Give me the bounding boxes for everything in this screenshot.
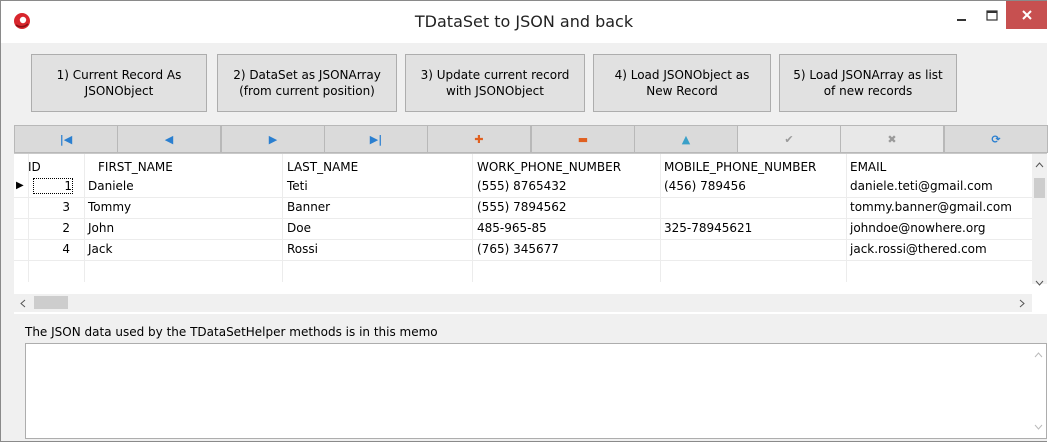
action-toolbar: 1) Current Record As JSONObject 2) DataS… bbox=[1, 43, 1047, 123]
main-window: TDataSet to JSON and back 1) Current Rec… bbox=[0, 0, 1048, 442]
json-memo-text[interactable] bbox=[26, 344, 1046, 352]
grid-horizontal-scrollbar[interactable] bbox=[14, 294, 1032, 312]
column-header-last-name[interactable]: LAST_NAME bbox=[287, 160, 358, 174]
column-header-first-name[interactable]: FIRST_NAME bbox=[98, 160, 173, 174]
table-cell[interactable]: tommy.banner@gmail.com bbox=[850, 200, 1012, 214]
table-cell[interactable]: 325-78945621 bbox=[664, 221, 752, 235]
maximize-button[interactable] bbox=[977, 1, 1007, 31]
delete-record-button[interactable]: ▬ bbox=[531, 125, 635, 153]
table-cell[interactable]: Jack bbox=[88, 242, 112, 256]
scroll-down-icon[interactable] bbox=[1034, 424, 1043, 430]
db-navigator: |◀ ◀ ▶ ▶| ✚ ▬ ▲ ✔ ✖ ⟳ bbox=[14, 125, 1048, 153]
first-record-button[interactable]: |◀ bbox=[14, 125, 118, 153]
next-record-button[interactable]: ▶ bbox=[221, 125, 325, 153]
last-record-icon: ▶| bbox=[369, 132, 383, 146]
table-cell[interactable]: Teti bbox=[287, 179, 308, 193]
insert-record-button[interactable]: ✚ bbox=[427, 125, 531, 153]
table-cell[interactable]: Banner bbox=[287, 200, 330, 214]
table-row[interactable]: 2 John Doe 485-965-85 325-78945621 johndoe@no… bbox=[14, 218, 1032, 240]
table-cell[interactable]: Daniele bbox=[88, 179, 134, 193]
scroll-up-icon[interactable] bbox=[1035, 162, 1044, 168]
dataset-as-jsonarray-button[interactable]: 2) DataSet as JSONArray (from current po… bbox=[217, 54, 397, 112]
edit-record-icon: ▲ bbox=[681, 132, 691, 146]
next-record-icon: ▶ bbox=[268, 132, 278, 146]
data-grid[interactable]: ID FIRST_NAME LAST_NAME WORK_PHONE_NUMBE… bbox=[14, 153, 1047, 314]
column-header-mobile-phone[interactable]: MOBILE_PHONE_NUMBER bbox=[664, 160, 816, 174]
table-row[interactable]: 3 Tommy Banner (555) 7894562 tommy.banner@gm… bbox=[14, 197, 1032, 219]
table-cell[interactable]: johndoe@nowhere.org bbox=[850, 221, 986, 235]
current-record-as-jsonobject-button[interactable]: 1) Current Record As JSONObject bbox=[31, 54, 207, 112]
table-row[interactable]: ▶ 1 Daniele Teti (555) 8765432 (456) 789456 da… bbox=[14, 176, 1032, 198]
post-record-icon: ✔ bbox=[784, 132, 794, 146]
refresh-button[interactable]: ⟳ bbox=[944, 125, 1048, 153]
current-row-indicator-icon: ▶ bbox=[16, 180, 24, 191]
column-header-work-phone[interactable]: WORK_PHONE_NUMBER bbox=[477, 160, 621, 174]
column-header-id[interactable]: ID bbox=[28, 160, 41, 174]
update-current-record-button[interactable]: 3) Update current record with JSONObject bbox=[405, 54, 585, 112]
table-cell[interactable]: 1 bbox=[33, 178, 73, 194]
last-record-button[interactable]: ▶| bbox=[324, 125, 428, 153]
table-cell[interactable]: 3 bbox=[28, 200, 70, 214]
minimize-icon bbox=[957, 19, 966, 21]
minimize-button[interactable] bbox=[945, 1, 979, 31]
table-cell[interactable]: 485-965-85 bbox=[477, 221, 547, 235]
memo-label: The JSON data used by the TDataSetHelper… bbox=[25, 325, 438, 339]
cancel-record-icon: ✖ bbox=[887, 132, 897, 146]
table-cell[interactable]: (456) 789456 bbox=[664, 179, 746, 193]
table-cell[interactable]: (765) 345677 bbox=[477, 242, 559, 256]
table-cell[interactable]: daniele.teti@gmail.com bbox=[850, 179, 993, 193]
table-cell[interactable]: John bbox=[88, 221, 114, 235]
table-cell[interactable]: Tommy bbox=[88, 200, 131, 214]
scroll-up-icon[interactable] bbox=[1034, 352, 1043, 358]
grid-vertical-scrollbar[interactable] bbox=[1032, 154, 1047, 286]
post-record-button[interactable]: ✔ bbox=[737, 125, 841, 153]
memo-vertical-scrollbar[interactable] bbox=[1030, 344, 1046, 438]
delete-record-icon: ▬ bbox=[577, 132, 589, 146]
json-memo[interactable] bbox=[25, 343, 1047, 439]
title-bar[interactable]: TDataSet to JSON and back bbox=[1, 1, 1047, 43]
load-jsonarray-as-new-records-button[interactable]: 5) Load JSONArray as list of new records bbox=[779, 54, 957, 112]
load-jsonobject-as-new-record-button[interactable]: 4) Load JSONObject as New Record bbox=[593, 54, 771, 112]
edit-record-button[interactable]: ▲ bbox=[634, 125, 738, 153]
refresh-icon: ⟳ bbox=[991, 132, 1001, 146]
table-cell[interactable]: Doe bbox=[287, 221, 311, 235]
table-row[interactable]: 4 Jack Rossi (765) 345677 jack.rossi@thered.… bbox=[14, 239, 1032, 261]
scroll-left-icon[interactable] bbox=[20, 299, 26, 308]
scroll-down-icon[interactable] bbox=[1035, 280, 1044, 286]
table-cell[interactable]: 4 bbox=[28, 242, 70, 256]
scroll-right-icon[interactable] bbox=[1019, 299, 1025, 308]
table-cell[interactable]: (555) 8765432 bbox=[477, 179, 567, 193]
scrollbar-thumb[interactable] bbox=[1034, 178, 1045, 198]
column-header-email[interactable]: EMAIL bbox=[850, 160, 886, 174]
first-record-icon: |◀ bbox=[59, 132, 73, 146]
maximize-icon bbox=[986, 10, 998, 21]
table-cell[interactable]: (555) 7894562 bbox=[477, 200, 567, 214]
scrollbar-thumb[interactable] bbox=[34, 296, 68, 309]
insert-record-icon: ✚ bbox=[474, 132, 484, 146]
prior-record-button[interactable]: ◀ bbox=[117, 125, 221, 153]
cancel-record-button[interactable]: ✖ bbox=[840, 125, 944, 153]
table-cell[interactable]: Rossi bbox=[287, 242, 318, 256]
table-cell[interactable]: jack.rossi@thered.com bbox=[850, 242, 987, 256]
close-icon bbox=[1021, 10, 1032, 20]
table-cell[interactable]: 2 bbox=[28, 221, 70, 235]
close-button[interactable] bbox=[1006, 1, 1047, 29]
prior-record-icon: ◀ bbox=[164, 132, 174, 146]
window-title: TDataSet to JSON and back bbox=[414, 12, 634, 31]
